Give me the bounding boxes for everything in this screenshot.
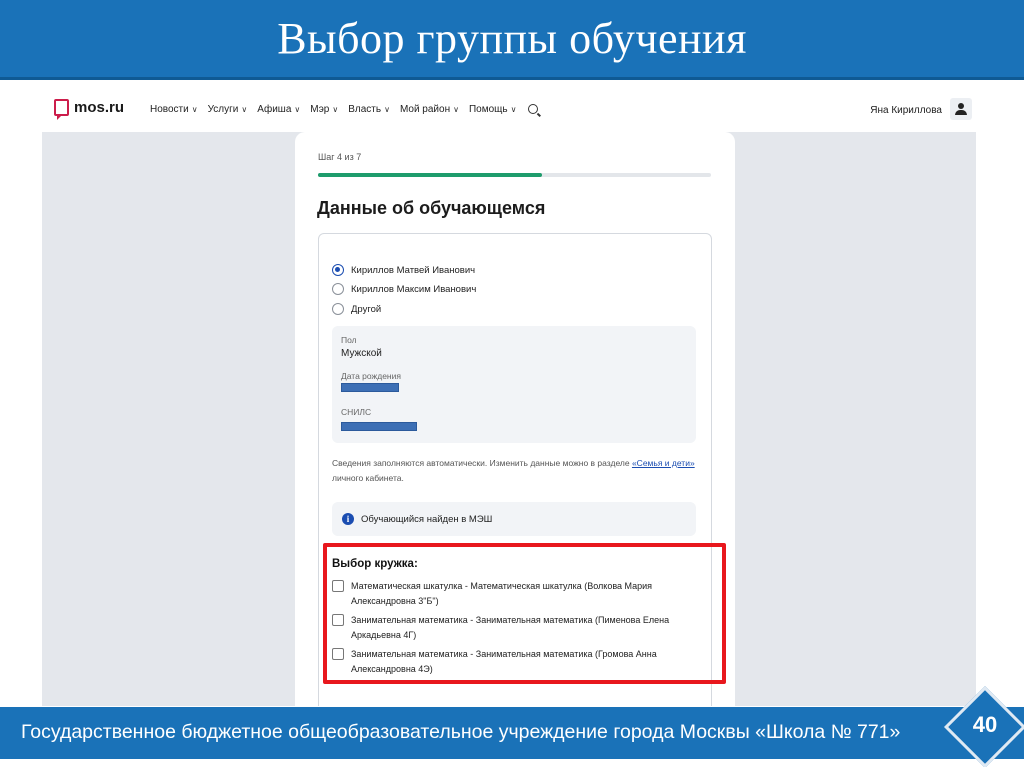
top-navigation: mos.ru Новости ∨ Услуги ∨ Афиша ∨ Мэр ∨ Влас… [42,86,976,132]
radio-label: Кириллов Максим Иванович [351,283,477,295]
menu-item-label: Услуги [207,103,239,115]
menu-item-help[interactable]: Помощь ∨ [469,104,516,115]
user-avatar-icon[interactable] [950,98,972,120]
radio-student-1[interactable]: Кириллов Матвей Иванович [332,264,475,276]
found-text: Обучающийся найден в МЭШ [361,513,493,525]
chevron-down-icon: ∨ [241,104,248,114]
menu-item-label: Афиша [257,103,292,115]
birth-date-label: Дата рождения [341,371,401,381]
menu-item-district[interactable]: Мой район ∨ [400,104,459,115]
redacted-snils [341,422,417,431]
snils-label: СНИЛС [341,407,372,417]
slide-title: Выбор группы обучения [277,14,747,63]
slide-footer: Государственное бюджетное общеобразовате… [0,707,1024,759]
chevron-down-icon: ∨ [191,104,198,114]
menu-item-services[interactable]: Услуги ∨ [208,104,248,115]
footer-text: Государственное бюджетное общеобразовате… [21,721,901,743]
autofill-note: Сведения заполняются автоматически. Изме… [332,456,702,486]
chevron-down-icon: ∨ [294,104,301,114]
menu-item-label: Власть [348,103,382,115]
main-menu: Новости ∨ Услуги ∨ Афиша ∨ Мэр ∨ Власть ∨ Мой… [150,86,539,132]
menu-item-afisha[interactable]: Афиша ∨ [257,104,300,115]
radio-student-2[interactable]: Кириллов Максим Иванович [332,283,476,295]
family-link[interactable]: «Семья и дети» [632,458,695,468]
radio-button[interactable] [332,264,344,276]
progress-bar [318,173,711,177]
menu-item-label: Мой район [399,103,451,115]
info-icon: i [342,513,354,525]
chevron-down-icon: ∨ [332,104,339,114]
gender-value: Мужской [341,348,382,359]
radio-button[interactable] [332,303,344,315]
menu-item-label: Новости [150,103,189,115]
chevron-down-icon: ∨ [510,104,517,114]
logo-text: mos.ru [74,99,125,116]
logo-icon [54,99,69,120]
note-text-end: личного кабинета. [332,473,404,483]
menu-item-government[interactable]: Власть ∨ [348,104,390,115]
step-indicator: Шаг 4 из 7 [318,152,362,162]
user-name[interactable]: Яна Кириллова [870,105,942,116]
menu-item-mayor[interactable]: Мэр ∨ [310,104,338,115]
chevron-down-icon: ∨ [384,104,390,114]
section-title: Данные об обучающемся [317,198,546,218]
chevron-down-icon: ∨ [453,104,459,114]
radio-label: Другой [351,303,382,315]
radio-label: Кириллов Матвей Иванович [351,264,476,276]
student-info-box: Пол Мужской Дата рождения СНИЛС [332,326,696,443]
menu-item-news[interactable]: Новости ∨ [150,104,198,115]
menu-item-label: Помощь [468,103,508,115]
redacted-birth-date [341,383,399,392]
highlight-frame [323,543,726,684]
radio-button[interactable] [332,283,344,295]
slide-title-bar: Выбор группы обучения [0,0,1024,80]
radio-student-other[interactable]: Другой [332,303,381,315]
note-text: Сведения заполняются автоматически. Изме… [332,458,632,468]
site-logo[interactable]: mos.ru [54,99,125,120]
student-found-notice: i Обучающийся найден в МЭШ [332,502,696,536]
menu-item-label: Мэр [310,103,330,115]
progress-fill [318,173,543,177]
page-number: 40 [972,712,998,737]
gender-label: Пол [341,335,357,345]
search-icon[interactable] [528,104,539,114]
